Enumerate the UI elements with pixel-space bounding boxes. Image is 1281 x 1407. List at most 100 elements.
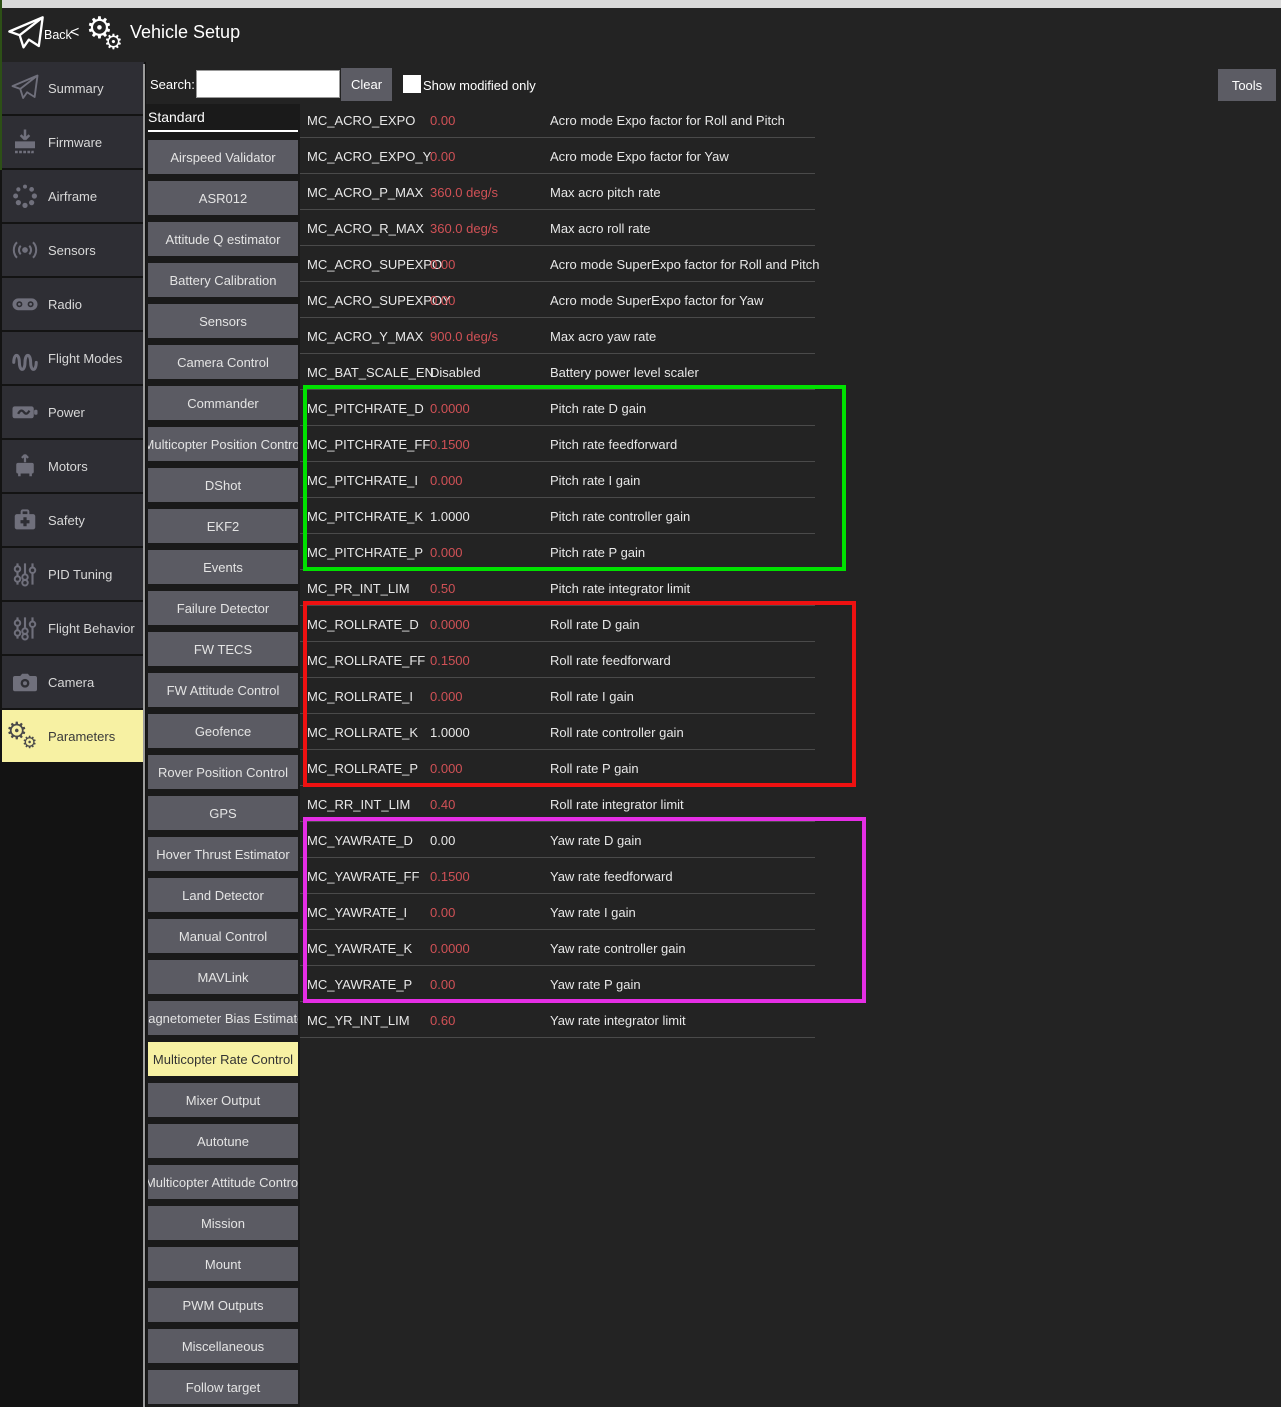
sidebar-item-power[interactable]: Power: [2, 386, 144, 438]
category-fw-attitude-control[interactable]: FW Attitude Control: [148, 673, 298, 707]
category-fw-tecs[interactable]: FW TECS: [148, 632, 298, 666]
parameter-description: Yaw rate I gain: [550, 905, 636, 920]
parameter-value: 0.50: [430, 581, 550, 596]
parameter-row-mc_acro_r_max[interactable]: MC_ACRO_R_MAX360.0 deg/sMax acro roll ra…: [300, 210, 1281, 246]
parameter-name: MC_ACRO_SUPEXPOY: [300, 293, 430, 308]
parameter-row-mc_yawrate_p[interactable]: MC_YAWRATE_P0.00Yaw rate P gain: [300, 966, 1281, 1002]
setup-sidebar: SummaryFirmwareAirframeSensorsRadioFligh…: [0, 62, 146, 1407]
parameter-value: 0.1500: [430, 653, 550, 668]
parameter-row-mc_rr_int_lim[interactable]: MC_RR_INT_LIM0.40Roll rate integrator li…: [300, 786, 1281, 822]
category-attitude-q-estimator[interactable]: Attitude Q estimator: [148, 222, 298, 256]
parameter-row-mc_pitchrate_p[interactable]: MC_PITCHRATE_P0.000Pitch rate P gain: [300, 534, 1281, 570]
category-gps[interactable]: GPS: [148, 796, 298, 830]
sidebar-item-airframe[interactable]: Airframe: [2, 170, 144, 222]
parameter-row-mc_acro_p_max[interactable]: MC_ACRO_P_MAX360.0 deg/sMax acro pitch r…: [300, 174, 1281, 210]
sensors-signal-icon: [2, 228, 48, 272]
category-pwm-outputs[interactable]: PWM Outputs: [148, 1288, 298, 1322]
parameter-row-mc_rollrate_k[interactable]: MC_ROLLRATE_K1.0000Roll rate controller …: [300, 714, 1281, 750]
parameter-row-mc_yawrate_ff[interactable]: MC_YAWRATE_FF0.1500Yaw rate feedforward: [300, 858, 1281, 894]
parameter-description: Pitch rate integrator limit: [550, 581, 690, 596]
motors-icon: [2, 444, 48, 488]
clear-button[interactable]: Clear: [341, 68, 392, 101]
sidebar-item-parameters[interactable]: ⚙⚙Parameters: [2, 710, 144, 762]
category-multicopter-rate-control[interactable]: Multicopter Rate Control: [148, 1042, 298, 1076]
category-camera-control[interactable]: Camera Control: [148, 345, 298, 379]
category-sensors[interactable]: Sensors: [148, 304, 298, 338]
sidebar-item-radio[interactable]: Radio: [2, 278, 144, 330]
parameter-row-mc_acro_expo_y[interactable]: MC_ACRO_EXPO_Y0.00Acro mode Expo factor …: [300, 138, 1281, 174]
sidebar-item-summary[interactable]: Summary: [2, 62, 144, 114]
parameter-row-mc_acro_expo[interactable]: MC_ACRO_EXPO0.00Acro mode Expo factor fo…: [300, 102, 1281, 138]
firmware-download-icon: [2, 120, 48, 164]
parameter-row-mc_yr_int_lim[interactable]: MC_YR_INT_LIM0.60Yaw rate integrator lim…: [300, 1002, 1281, 1038]
parameter-row-mc_acro_supexpo[interactable]: MC_ACRO_SUPEXPO0.00Acro mode SuperExpo f…: [300, 246, 1281, 282]
category-multicopter-position-control[interactable]: Multicopter Position Control: [148, 427, 298, 461]
sidebar-item-flight-modes[interactable]: Flight Modes: [2, 332, 144, 384]
parameter-description: Max acro yaw rate: [550, 329, 656, 344]
parameter-description: Yaw rate feedforward: [550, 869, 673, 884]
parameter-row-mc_acro_supexpoy[interactable]: MC_ACRO_SUPEXPOY0.00Acro mode SuperExpo …: [300, 282, 1281, 318]
parameter-name: MC_ROLLRATE_I: [300, 689, 430, 704]
category-mission[interactable]: Mission: [148, 1206, 298, 1240]
category-failure-detector[interactable]: Failure Detector: [148, 591, 298, 625]
category-mount[interactable]: Mount: [148, 1247, 298, 1281]
sidebar-item-firmware[interactable]: Firmware: [2, 116, 144, 168]
parameter-description: Roll rate P gain: [550, 761, 639, 776]
parameter-row-mc_bat_scale_en[interactable]: MC_BAT_SCALE_ENDisabledBattery power lev…: [300, 354, 1281, 390]
category-miscellaneous[interactable]: Miscellaneous: [148, 1329, 298, 1363]
parameter-row-mc_pitchrate_i[interactable]: MC_PITCHRATE_I0.000Pitch rate I gain: [300, 462, 1281, 498]
sidebar-item-sensors[interactable]: Sensors: [2, 224, 144, 276]
tools-button[interactable]: Tools: [1218, 69, 1276, 101]
parameter-name: MC_YR_INT_LIM: [300, 1013, 430, 1028]
back-button[interactable]: Back: [44, 28, 72, 42]
sidebar-item-safety[interactable]: Safety: [2, 494, 144, 546]
category-mavlink[interactable]: MAVLink: [148, 960, 298, 994]
category-geofence[interactable]: Geofence: [148, 714, 298, 748]
sidebar-item-label: Sensors: [48, 243, 96, 258]
sidebar-item-label: Firmware: [48, 135, 102, 150]
sidebar-item-flight-behavior[interactable]: Flight Behavior: [2, 602, 144, 654]
show-modified-label: Show modified only: [423, 78, 536, 93]
parameter-row-mc_rollrate_ff[interactable]: MC_ROLLRATE_FF0.1500Roll rate feedforwar…: [300, 642, 1281, 678]
sidebar-item-label: Flight Behavior: [48, 621, 135, 636]
category-autotune[interactable]: Autotune: [148, 1124, 298, 1158]
category-hover-thrust-estimator[interactable]: Hover Thrust Estimator: [148, 837, 298, 871]
parameter-row-mc_rollrate_p[interactable]: MC_ROLLRATE_P0.000Roll rate P gain: [300, 750, 1281, 786]
category-dshot[interactable]: DShot: [148, 468, 298, 502]
search-input[interactable]: [196, 70, 340, 98]
show-modified-checkbox[interactable]: [403, 75, 421, 93]
parameter-name: MC_ACRO_R_MAX: [300, 221, 430, 236]
parameter-row-mc_acro_y_max[interactable]: MC_ACRO_Y_MAX900.0 deg/sMax acro yaw rat…: [300, 318, 1281, 354]
parameter-row-mc_yawrate_d[interactable]: MC_YAWRATE_D0.00Yaw rate D gain: [300, 822, 1281, 858]
parameter-row-mc_rollrate_i[interactable]: MC_ROLLRATE_I0.000Roll rate I gain: [300, 678, 1281, 714]
parameter-name: MC_ACRO_Y_MAX: [300, 329, 430, 344]
category-rover-position-control[interactable]: Rover Position Control: [148, 755, 298, 789]
category-commander[interactable]: Commander: [148, 386, 298, 420]
parameter-value: 0.000: [430, 545, 550, 560]
sidebar-item-pid-tuning[interactable]: PID Tuning: [2, 548, 144, 600]
category-multicopter-attitude-control[interactable]: Multicopter Attitude Control: [148, 1165, 298, 1199]
category-asr012[interactable]: ASR012: [148, 181, 298, 215]
sidebar-item-motors[interactable]: Motors: [2, 440, 144, 492]
parameter-row-mc_rollrate_d[interactable]: MC_ROLLRATE_D0.0000Roll rate D gain: [300, 606, 1281, 642]
category-airspeed-validator[interactable]: Airspeed Validator: [148, 140, 298, 174]
category-battery-calibration[interactable]: Battery Calibration: [148, 263, 298, 297]
category-scrollbar[interactable]: [143, 64, 145, 1407]
category-events[interactable]: Events: [148, 550, 298, 584]
parameter-description: Pitch rate D gain: [550, 401, 646, 416]
vehicle-setup-gears-icon: ⚙⚙: [84, 10, 130, 60]
category-land-detector[interactable]: Land Detector: [148, 878, 298, 912]
category-manual-control[interactable]: Manual Control: [148, 919, 298, 953]
parameter-row-mc_pitchrate_d[interactable]: MC_PITCHRATE_D0.0000Pitch rate D gain: [300, 390, 1281, 426]
category-ekf2[interactable]: EKF2: [148, 509, 298, 543]
parameter-row-mc_pitchrate_ff[interactable]: MC_PITCHRATE_FF0.1500Pitch rate feedforw…: [300, 426, 1281, 462]
parameter-row-mc_pitchrate_k[interactable]: MC_PITCHRATE_K1.0000Pitch rate controlle…: [300, 498, 1281, 534]
category-follow-target[interactable]: Follow target: [148, 1370, 298, 1404]
parameter-row-mc_pr_int_lim[interactable]: MC_PR_INT_LIM0.50Pitch rate integrator l…: [300, 570, 1281, 606]
category-mixer-output[interactable]: Mixer Output: [148, 1083, 298, 1117]
parameter-row-mc_yawrate_k[interactable]: MC_YAWRATE_K0.0000Yaw rate controller ga…: [300, 930, 1281, 966]
parameter-row-mc_yawrate_i[interactable]: MC_YAWRATE_I0.00Yaw rate I gain: [300, 894, 1281, 930]
sidebar-item-camera[interactable]: Camera: [2, 656, 144, 708]
category-magnetometer-bias-estimator[interactable]: Magnetometer Bias Estimator: [148, 1001, 298, 1035]
sidebar-item-label: Camera: [48, 675, 94, 690]
